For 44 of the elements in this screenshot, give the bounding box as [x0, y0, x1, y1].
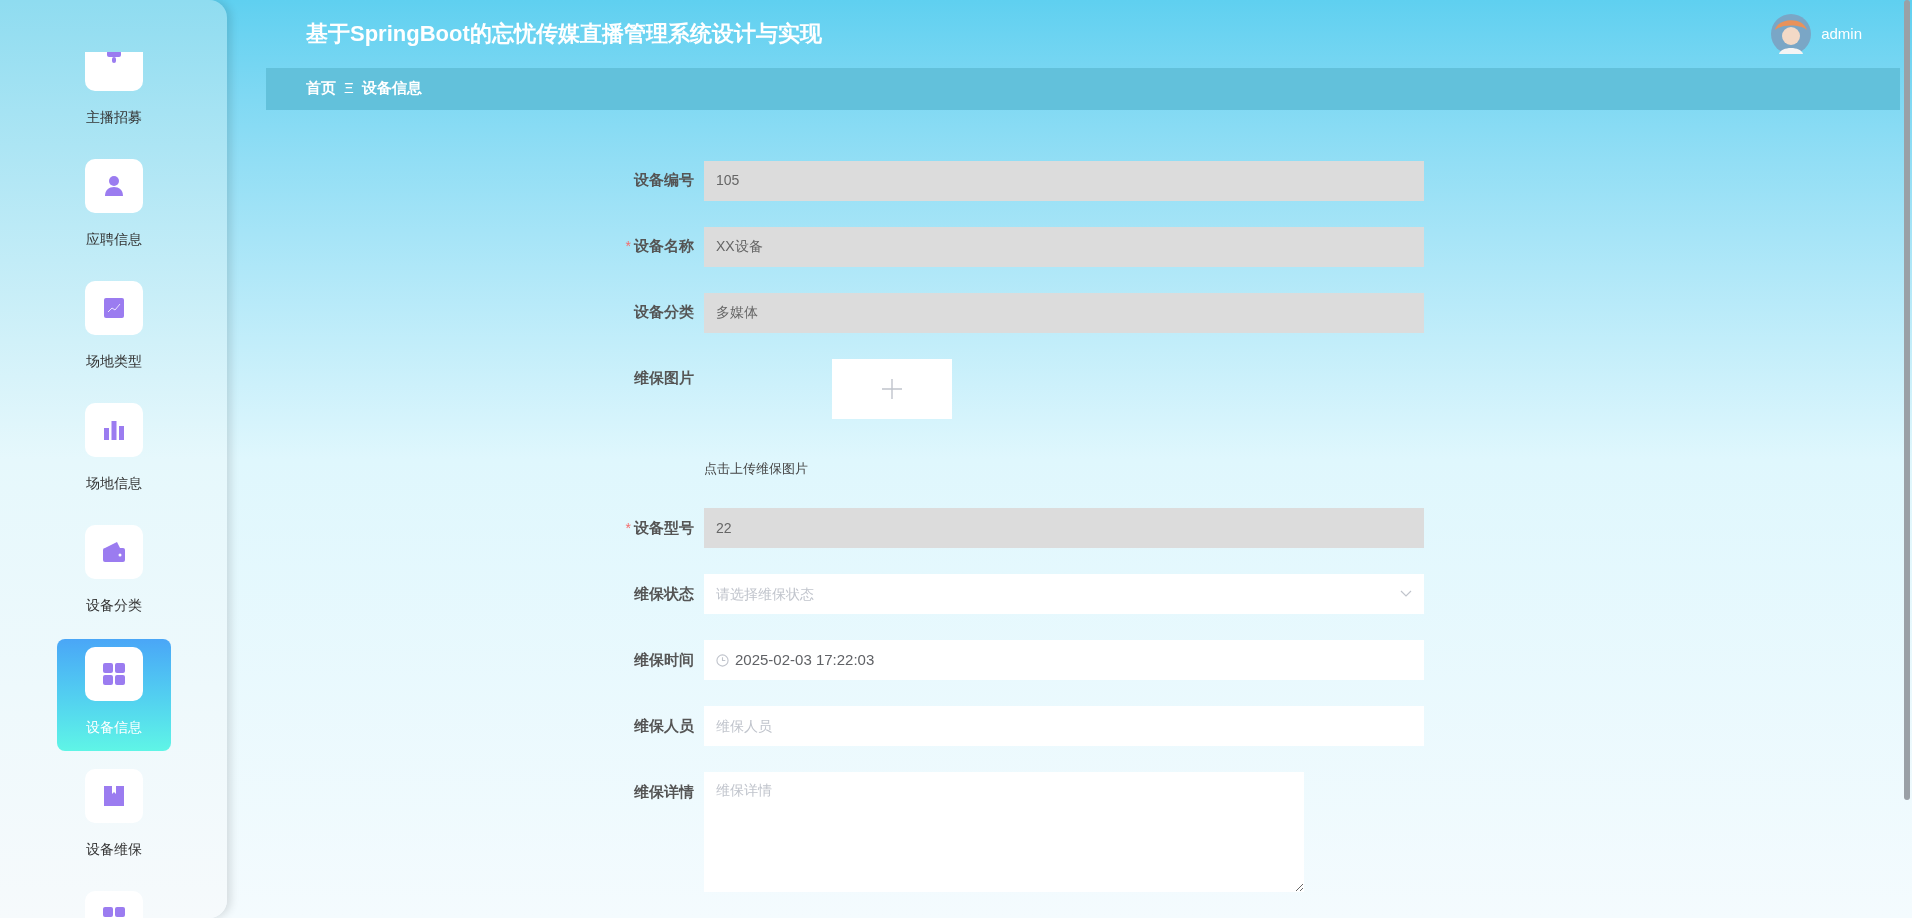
sidebar-label: 设备分类 — [85, 596, 142, 615]
sidebar-item[interactable]: 应聘信息 — [56, 151, 171, 263]
grid-icon — [101, 662, 126, 686]
sidebar-label: 主播招募 — [85, 108, 142, 127]
wallet-icon — [101, 541, 126, 563]
sidebar-label: 设备维保 — [85, 840, 142, 859]
datetime-field[interactable]: 2025-02-03 17:22:03 — [704, 640, 1424, 680]
input-field[interactable]: 维保人员 — [704, 706, 1424, 746]
sidebar-item[interactable]: 主播招募 — [56, 52, 171, 141]
field-label: 维保时间 — [634, 649, 694, 670]
upload-hint: 点击上传维保图片 — [704, 459, 809, 478]
avatar[interactable] — [1771, 13, 1812, 54]
user-icon — [102, 175, 125, 197]
required-asterisk: * — [625, 518, 631, 538]
sidebar-label: 场地信息 — [85, 474, 142, 493]
required-asterisk: * — [625, 237, 631, 256]
field-label: 维保图片 — [634, 368, 694, 389]
sidebar-item[interactable]: 设备维保 — [56, 761, 171, 873]
breadcrumb-separator: Ξ — [344, 78, 354, 99]
field-label: 设备名称 — [634, 236, 694, 257]
bar-chart-icon — [102, 419, 125, 441]
chevron-down-icon — [1400, 590, 1412, 598]
field-label: 维保状态 — [634, 583, 694, 604]
plus-icon — [881, 377, 903, 400]
field-label: 设备分类 — [634, 302, 694, 323]
field-label: 维保详情 — [634, 781, 694, 802]
book-icon — [102, 785, 125, 807]
upload-box[interactable] — [832, 358, 952, 419]
clock-icon — [716, 653, 729, 667]
sidebar-label: 设备信息 — [85, 718, 142, 737]
field-label: 设备型号 — [634, 517, 694, 538]
sidebar-label: 应聘信息 — [85, 230, 142, 249]
field-label: 维保人员 — [634, 715, 694, 736]
datetime-value: 2025-02-03 17:22:03 — [735, 649, 875, 670]
sidebar-item[interactable]: 场地信息 — [56, 395, 171, 507]
sidebar-label: 场地类型 — [85, 352, 142, 371]
chart-icon — [102, 297, 125, 319]
scrollbar[interactable] — [1904, 0, 1910, 800]
sidebar-item[interactable]: 场地类型 — [56, 273, 171, 385]
select-placeholder: 请选择维保状态 — [716, 584, 814, 604]
app-title: 基于SpringBoot的忘忧传媒直播管理系统设计与实现 — [306, 20, 822, 49]
sidebar-item[interactable]: 设备分类 — [56, 517, 171, 629]
textarea-field[interactable]: 维保详情 — [704, 772, 1304, 892]
field-label: 设备编号 — [634, 170, 694, 191]
